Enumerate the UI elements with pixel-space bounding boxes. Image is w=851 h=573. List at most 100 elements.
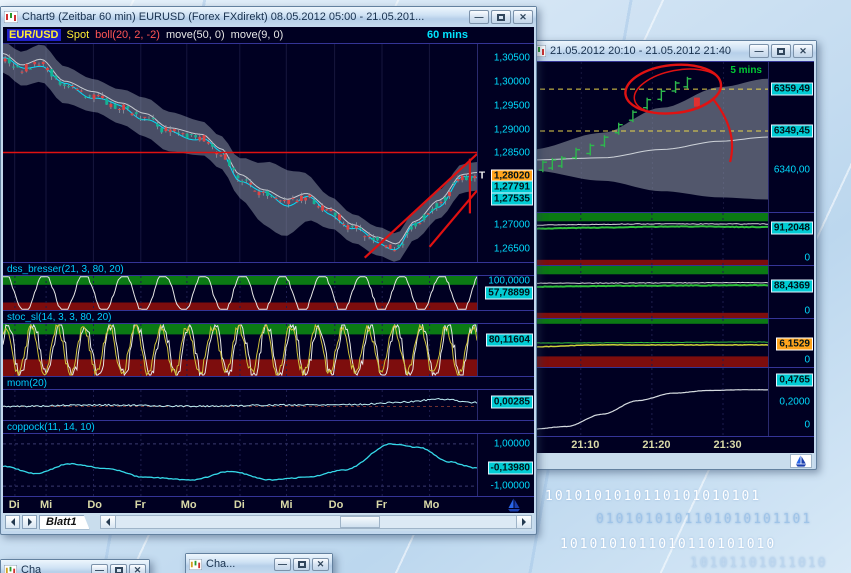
trade-marker-label: T	[479, 170, 486, 182]
axis-label: 0	[804, 419, 810, 431]
chart-window-icon	[4, 11, 18, 23]
minimize-button[interactable]: —	[274, 557, 291, 571]
small-chart-window[interactable]: 21.05.2012 20:10 - 21.05.2012 21:40 — ✕ …	[528, 40, 817, 470]
binary-decoration: 0101010101101010101101	[596, 512, 813, 527]
minimize-icon: —	[474, 11, 484, 22]
scrollbar-thumb[interactable]	[339, 516, 380, 528]
axis-label: 1,29500	[493, 100, 530, 112]
small-panel2-axis: 88,4369 0	[768, 266, 814, 318]
price-tag: 88,4369	[770, 279, 813, 293]
coppock-indicator-canvas[interactable]	[3, 434, 477, 496]
small-panel1-axis: 91,2048 0	[768, 213, 814, 265]
close-button[interactable]: ✕	[793, 44, 813, 58]
tab-scroll-right-button[interactable]	[22, 515, 37, 529]
axis-label: 0	[804, 252, 810, 264]
minimized-window-2[interactable]: Cha... — ✕	[185, 553, 333, 573]
time-axis-label: Di	[233, 499, 245, 511]
stoc-panel-header[interactable]: stoc_sl(14, 3, 3, 80, 20)	[3, 310, 534, 323]
main-window-titlebar[interactable]: Chart9 (Zeitbar 60 min) EURUSD (Forex FX…	[1, 7, 536, 27]
maximize-button[interactable]	[491, 10, 511, 24]
symbol-label[interactable]: EUR/USD	[7, 29, 61, 41]
restore-icon	[297, 560, 306, 568]
price-tag: 1,27535	[490, 192, 533, 206]
time-axis-label: Mi	[39, 499, 53, 511]
small-window-title: 21.05.2012 20:10 - 21.05.2012 21:40	[550, 45, 732, 57]
app-logo-icon	[506, 498, 522, 517]
tab-scroll-left-button[interactable]	[5, 515, 20, 529]
move50-indicator-label[interactable]: move(50, 0)	[166, 29, 225, 41]
axis-label: 1,30000	[493, 76, 530, 88]
price-tag: 1,27791	[490, 180, 533, 194]
dss-indicator-canvas[interactable]	[3, 276, 477, 310]
boll-indicator-label[interactable]: boll(20, 2, -2)	[95, 29, 160, 41]
dss-panel-header[interactable]: dss_bresser(21, 3, 80, 20)	[3, 262, 534, 275]
axis-label: 0	[804, 354, 810, 366]
main-chart-window[interactable]: Chart9 (Zeitbar 60 min) EURUSD (Forex FX…	[0, 6, 537, 535]
minimized-window-1-title: Cha	[21, 564, 42, 573]
minimize-icon: —	[278, 558, 287, 569]
stoc-indicator-canvas[interactable]	[3, 324, 477, 376]
price-tag: 6359,49	[770, 82, 813, 96]
time-axis-label: Mo	[423, 499, 440, 511]
minimize-button[interactable]: —	[469, 10, 489, 24]
price-tag: 6,1529	[776, 337, 813, 351]
main-price-axis: 1,30500 1,30000 1,29500 1,29000 1,28500 1,280…	[477, 44, 534, 262]
scroll-left-button[interactable]	[100, 516, 116, 528]
stoc-axis: 80,11604	[477, 324, 534, 376]
small-window-titlebar[interactable]: 21.05.2012 20:10 - 21.05.2012 21:40 — ✕	[529, 41, 816, 61]
main-chart-canvas[interactable]	[3, 44, 477, 262]
axis-label: 0,2000	[779, 396, 810, 408]
small-price-axis: 6359,49 6349,45 6340,00	[768, 62, 814, 212]
small-panel4-canvas[interactable]	[531, 368, 768, 436]
price-tag: 0,00285	[490, 395, 533, 409]
axis-label: 0	[804, 305, 810, 317]
minimized-window-1[interactable]: Cha — ✕	[0, 559, 150, 573]
minimize-icon: —	[754, 45, 764, 56]
restore-button[interactable]	[293, 557, 310, 571]
spot-label: Spot	[66, 29, 90, 41]
main-time-axis: Di Mi Do Fr Mo Di Mi Do Fr Mo	[3, 496, 534, 513]
close-button[interactable]: ✕	[513, 10, 533, 24]
move9-indicator-label[interactable]: move(9, 0)	[231, 29, 284, 41]
price-tag: 91,2048	[770, 221, 813, 235]
close-icon: ✕	[519, 11, 527, 22]
mom-indicator-canvas[interactable]	[3, 390, 477, 420]
close-button[interactable]: ✕	[129, 563, 146, 573]
binary-decoration: 10101101011010	[690, 556, 828, 571]
small-panel3-canvas[interactable]	[531, 319, 768, 367]
timeframe-label: 60 mins	[427, 29, 468, 41]
binary-decoration: 1010101010110101010101	[545, 489, 762, 504]
horizontal-scrollbar[interactable]	[99, 515, 532, 529]
main-window-title: Chart9 (Zeitbar 60 min) EURUSD (Forex FX…	[22, 11, 425, 23]
time-axis-label: Fr	[134, 499, 146, 511]
small-panel1-canvas[interactable]	[531, 213, 768, 265]
close-button[interactable]: ✕	[312, 557, 329, 571]
minimize-button[interactable]: —	[749, 44, 769, 58]
small-chart-canvas[interactable]	[531, 62, 768, 212]
right-arrow-icon	[522, 518, 526, 526]
small-panel2-canvas[interactable]	[531, 266, 768, 318]
time-axis-label: Mi	[280, 499, 293, 511]
small-window-bottom-bar	[531, 453, 814, 469]
sheet-tab-blatt1[interactable]: Blatt1	[39, 515, 90, 530]
axis-label: 1,27000	[493, 219, 530, 231]
price-tag: 57,78899	[485, 286, 533, 300]
chart-settings-bar: EUR/USD Spot boll(20, 2, -2) move(50, 0)…	[3, 27, 534, 43]
axis-label: 1,30500	[493, 52, 530, 64]
minimized-window-1-titlebar[interactable]: Cha — ✕	[1, 560, 149, 573]
minimize-button[interactable]: —	[91, 563, 108, 573]
coppock-panel-header[interactable]: coppock(11, 14, 10)	[3, 420, 534, 433]
scroll-right-button[interactable]	[516, 516, 531, 528]
axis-label: -1,00000	[490, 480, 530, 492]
scrollbar-track[interactable]	[116, 516, 516, 528]
maximize-icon	[777, 47, 785, 55]
mom-panel-header[interactable]: mom(20)	[3, 376, 534, 389]
time-axis-label: 21:20	[642, 439, 671, 451]
restore-button[interactable]	[110, 563, 127, 573]
minimize-icon: —	[95, 564, 104, 573]
close-icon: ✕	[133, 564, 142, 573]
sheet-tab-bar: Blatt1	[3, 513, 534, 531]
maximize-button[interactable]	[771, 44, 791, 58]
small-timeframe-label: 5 mins	[730, 65, 762, 76]
minimized-window-2-titlebar[interactable]: Cha... — ✕	[186, 554, 332, 573]
